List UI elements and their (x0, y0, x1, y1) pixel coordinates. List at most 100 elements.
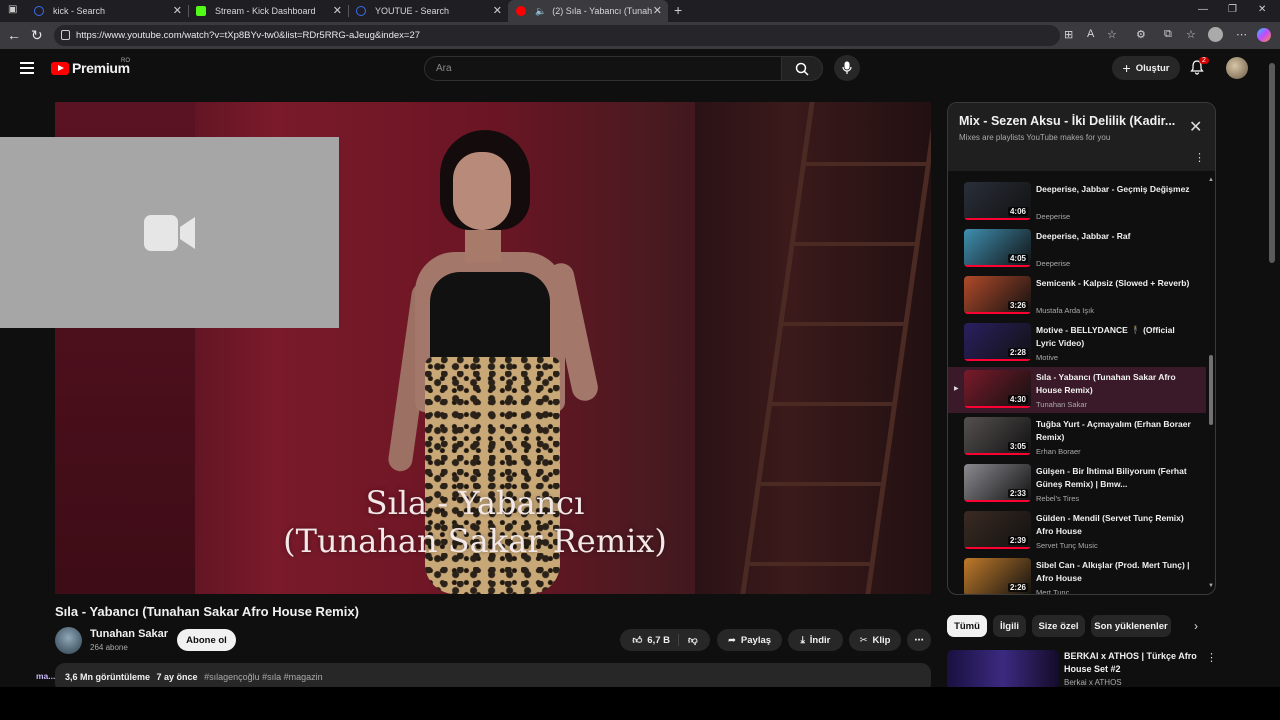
playlist-item[interactable]: 2:39 Gülden - Mendil (Servet Tunç Remix) … (948, 508, 1206, 554)
tab-actions-icon[interactable]: ▣ (8, 4, 17, 15)
tab-kick-dashboard[interactable]: Stream - Kick Dashboard ✕ (188, 0, 348, 22)
channel-name[interactable]: Tunahan Sakar (90, 628, 168, 640)
account-avatar[interactable] (1226, 57, 1248, 79)
close-playlist-icon[interactable]: ✕ (1189, 117, 1202, 137)
chip-all[interactable]: Tümü (947, 615, 987, 637)
download-label: İndir (809, 634, 831, 646)
playlist-item[interactable]: 4:06 Deeperise, Jabbar - Geçmiş Değişmez D… (948, 179, 1206, 225)
tab-youtue-search[interactable]: YOUTUE - Search ✕ (348, 0, 508, 22)
share-button[interactable]: ➦ Paylaş (717, 629, 782, 651)
playlist-item-title: Tuğba Yurt - Açmayalım (Erhan Boraer Rem… (1036, 419, 1191, 442)
close-tab-icon[interactable]: ✕ (493, 4, 502, 17)
playlist-item-title: Motive - BELLYDANCE 🕴 (Official Lyric Vi… (1036, 325, 1175, 348)
tab-youtube-video[interactable]: 🔈 (2) Sıla - Yabancı (Tunahan Sa... ✕ (508, 0, 668, 22)
recommendation-thumbnail[interactable] (947, 650, 1059, 687)
refresh-icon[interactable]: ↻ (31, 27, 43, 44)
scroll-down-icon[interactable]: ▼ (1208, 583, 1214, 589)
clip-button[interactable]: ✂ Klip (849, 629, 901, 651)
youtube-page: Premium RO Ara + Oluştur 2 Sıla - Yabanc… (0, 49, 1280, 687)
playlist-subtitle: Mixes are playlists YouTube makes for yo… (959, 133, 1111, 142)
hashtags[interactable]: #sılagençoğlu #sıla #magazin (204, 672, 323, 682)
close-tab-icon[interactable]: ✕ (173, 4, 182, 17)
back-icon[interactable]: ← (7, 27, 21, 43)
watched-progress-bar (964, 406, 1031, 408)
playlist-item-thumbnail: 2:39 (964, 511, 1031, 549)
playlist-item[interactable]: 2:33 Gülşen - Bir İhtimal Biliyorum (Ferh… (948, 461, 1206, 507)
playlist-item-channel: Deeperise (1036, 212, 1071, 221)
subscribe-button[interactable]: Abone ol (177, 629, 236, 651)
recommendation-menu-icon[interactable]: ⋮ (1206, 651, 1217, 664)
chat-overlay-text: ma... (36, 671, 56, 681)
watched-progress-bar (964, 500, 1031, 502)
guide-menu-icon[interactable] (20, 62, 34, 77)
chip-related[interactable]: İlgili (993, 615, 1026, 637)
channel-avatar[interactable] (55, 627, 82, 654)
notifications-button[interactable]: 2 (1190, 57, 1209, 80)
download-icon: ⤓ (800, 634, 805, 646)
split-screen-icon[interactable]: ⧉ (1164, 28, 1172, 41)
watched-progress-bar (964, 594, 1031, 595)
playlist-item-thumbnail: 4:05 (964, 229, 1031, 267)
view-count: 3,6 Mn görüntüleme (65, 672, 151, 682)
more-icon: ⋯ (914, 634, 924, 646)
recommendation-channel[interactable]: Berkai x ATHOS (1064, 678, 1122, 687)
now-playing-icon: ▶ (954, 386, 959, 392)
playlist-item[interactable]: 3:26 Semicenk - Kalpsiz (Slowed + Reverb)… (948, 273, 1206, 319)
close-tab-icon[interactable]: ✕ (333, 4, 342, 17)
playlist-menu-icon[interactable]: ⋮ (1194, 151, 1205, 164)
copilot-icon[interactable] (1257, 28, 1271, 42)
youtube-favicon-icon (516, 6, 526, 16)
playlist-header: Mix - Sezen Aksu - İki Delilik (Kadir...… (948, 103, 1215, 171)
tab-kick-search[interactable]: kick - Search ✕ (26, 0, 188, 22)
playlist-title[interactable]: Mix - Sezen Aksu - İki Delilik (Kadir... (959, 114, 1181, 128)
mix-playlist-panel: Mix - Sezen Aksu - İki Delilik (Kadir...… (947, 102, 1216, 595)
read-aloud-icon[interactable]: A (1087, 28, 1094, 40)
playlist-item-channel: Motive (1036, 353, 1059, 362)
playlist-item-title: Gülden - Mendil (Servet Tunç Remix) Afro… (1036, 513, 1184, 536)
new-tab-icon[interactable]: + (674, 2, 682, 18)
profile-avatar-icon[interactable] (1208, 27, 1223, 42)
create-button[interactable]: + Oluştur (1112, 56, 1180, 80)
thumbs-down-icon[interactable]: 👎︎ (684, 634, 698, 646)
playlist-item[interactable]: ▶ 4:30 Sıla - Yabancı (Tunahan Sakar Afro … (948, 367, 1206, 413)
chip-recently-uploaded[interactable]: Son yüklenenler (1091, 615, 1171, 637)
extensions-icon[interactable]: ⚙ (1136, 28, 1146, 41)
recommendation-title[interactable]: BERKAI x ATHOS | Türkçe Afro House Set #… (1064, 650, 1200, 676)
app-grid-icon[interactable]: ⊞ (1064, 28, 1073, 41)
search-icon (795, 62, 809, 76)
playlist-item[interactable]: 3:05 Tuğba Yurt - Açmayalım (Erhan Boraer… (948, 414, 1206, 460)
close-window-icon[interactable]: ✕ (1258, 4, 1266, 15)
scroll-thumb[interactable] (1209, 355, 1213, 425)
like-count: 6,7 B (647, 634, 670, 646)
search-button[interactable] (781, 56, 823, 81)
search-input[interactable]: Ara (424, 56, 782, 81)
scroll-up-icon[interactable]: ▲ (1208, 177, 1214, 183)
chip-for-you[interactable]: Size özel (1032, 615, 1085, 637)
playlist-item[interactable]: 2:28 Motive - BELLYDANCE 🕴 (Official Lyri… (948, 320, 1206, 366)
like-button[interactable]: 👍︎ 6,7 B (632, 634, 679, 646)
collections-icon[interactable]: ☆ (1186, 28, 1196, 41)
playlist-scrollbar[interactable]: ▲ ▼ (1208, 177, 1214, 591)
youtube-premium-logo[interactable]: Premium RO (51, 58, 130, 76)
audio-playing-icon[interactable]: 🔈 (535, 6, 546, 17)
page-scrollbar[interactable] (1269, 63, 1275, 263)
playlist-items: 4:06 Deeperise, Jabbar - Geçmiş Değişmez D… (948, 177, 1215, 594)
playlist-item[interactable]: 2:26 Sibel Can - Alkışlar (Prod. Mert Tun… (948, 555, 1206, 595)
close-tab-icon[interactable]: ✕ (653, 4, 662, 17)
playlist-item-channel: Rebel's Tires (1036, 494, 1080, 503)
playlist-item-duration: 2:28 (1007, 348, 1028, 357)
minimize-icon[interactable]: — (1198, 4, 1208, 15)
download-button[interactable]: ⤓ İndir (788, 629, 843, 651)
playlist-item-duration: 2:26 (1007, 583, 1028, 592)
more-actions-button[interactable]: ⋯ (907, 629, 931, 651)
notification-badge: 2 (1199, 57, 1209, 64)
restore-icon[interactable]: ❐ (1228, 4, 1237, 15)
menu-dots-icon[interactable]: ⋯ (1236, 28, 1247, 41)
favorite-star-icon[interactable]: ☆ (1107, 28, 1117, 41)
voice-search-button[interactable] (834, 55, 860, 81)
watched-progress-bar (964, 547, 1031, 549)
url-field[interactable]: https://www.youtube.com/watch?v=tXp8BYv-… (54, 25, 1060, 46)
chevron-right-icon[interactable]: › (1194, 619, 1198, 633)
description-box[interactable]: 3,6 Mn görüntüleme 7 ay önce #sılagençoğ… (55, 663, 931, 687)
playlist-item[interactable]: 4:05 Deeperise, Jabbar - Raf Deeperise (948, 226, 1206, 272)
